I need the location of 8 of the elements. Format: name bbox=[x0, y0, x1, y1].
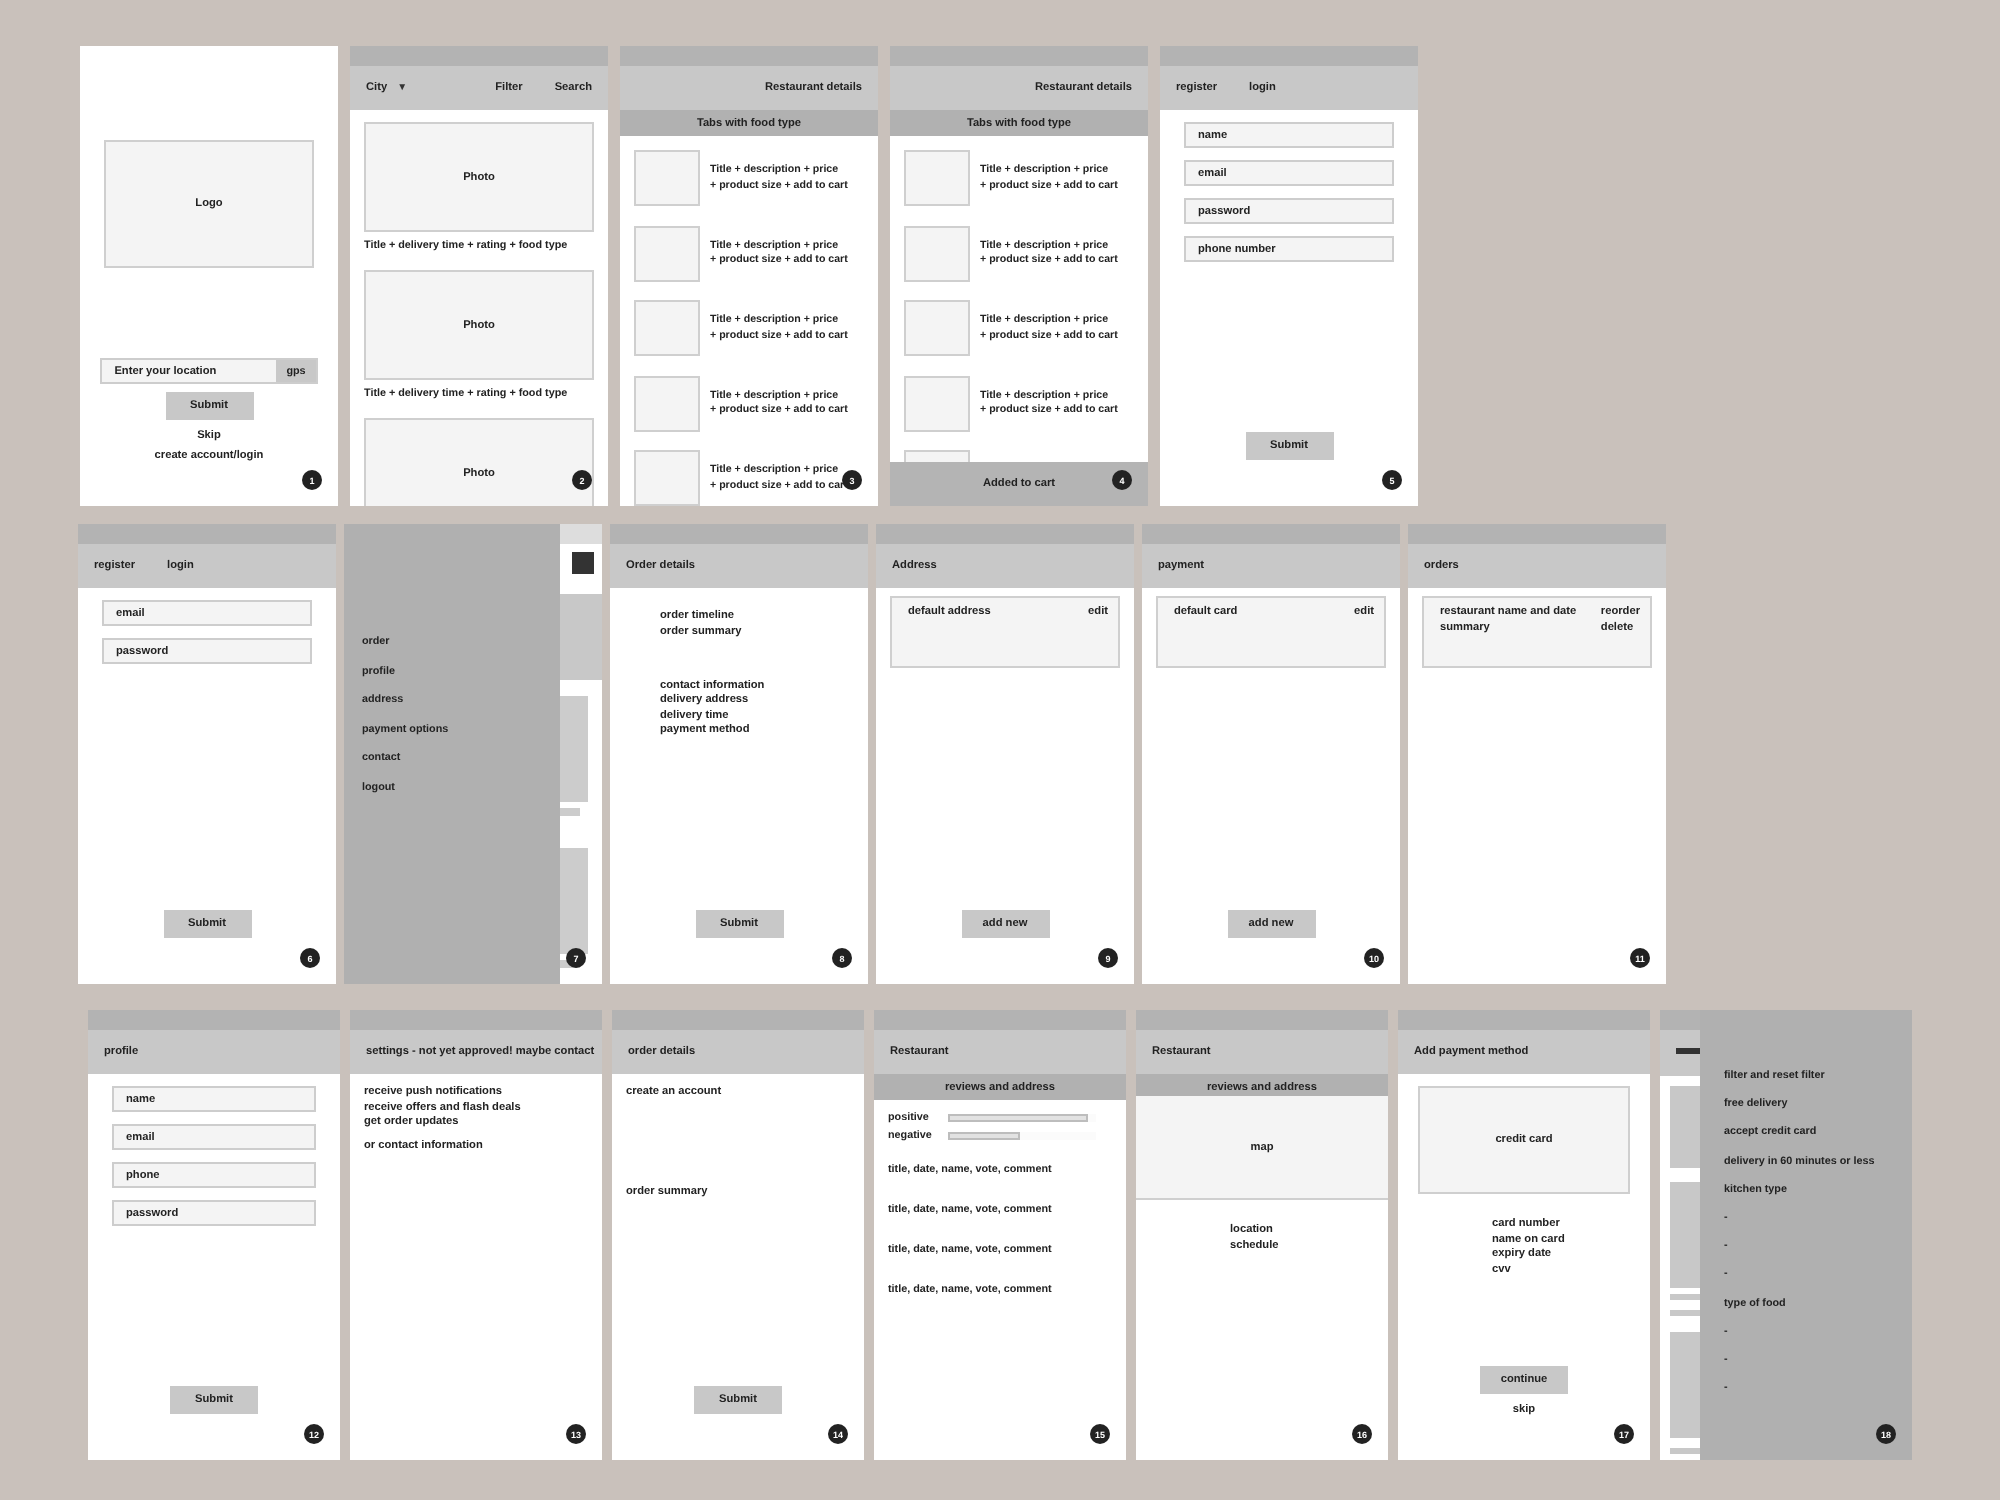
product-thumbnail bbox=[904, 150, 970, 206]
product-thumbnail bbox=[634, 300, 700, 356]
product-thumbnail bbox=[904, 225, 970, 281]
product-thumbnail bbox=[634, 375, 700, 431]
product-thumbnail bbox=[634, 225, 700, 281]
product-thumbnail bbox=[904, 375, 970, 431]
product-thumbnail bbox=[904, 300, 970, 356]
product-thumbnail bbox=[634, 150, 700, 206]
